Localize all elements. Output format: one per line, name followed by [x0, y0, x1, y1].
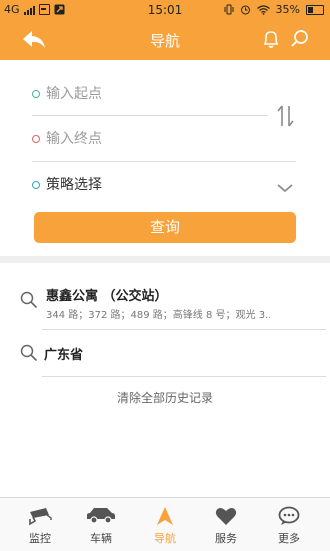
strategy-dropdown-toggle[interactable] — [276, 179, 294, 193]
swap-arrows-icon — [277, 105, 294, 127]
divider — [32, 161, 296, 162]
battery-percent: 35% — [275, 3, 300, 16]
divider — [32, 115, 268, 116]
search-icon — [20, 291, 38, 309]
end-input[interactable]: 输入终点 — [32, 124, 267, 154]
tab-navigation[interactable]: 导航 — [132, 498, 198, 551]
history-title: 广东省 — [44, 348, 84, 363]
end-dot-icon — [32, 135, 40, 143]
history-item[interactable]: 广东省 — [0, 330, 330, 376]
status-right: 35% — [224, 3, 324, 16]
history-subtitle: 344 路；372 路；489 路；高锋线 8 号；观光 3... — [46, 310, 270, 321]
heart-icon — [215, 508, 237, 525]
tab-service[interactable]: 服务 — [193, 498, 259, 551]
alarm-icon — [240, 5, 250, 15]
tab-label: 车辆 — [90, 532, 112, 545]
history-item[interactable]: 惠鑫公寓 （公交站） 344 路；372 路；489 路；高锋线 8 号；观光 … — [0, 263, 330, 329]
bottom-tab-bar: 监控 车辆 导航 服务 更多 — [0, 497, 330, 551]
end-placeholder: 输入终点 — [46, 131, 102, 147]
chat-more-icon — [278, 506, 300, 525]
start-placeholder: 输入起点 — [46, 86, 102, 102]
strategy-select[interactable]: 策略选择 — [32, 170, 294, 200]
history-title: 惠鑫公寓 （公交站） — [46, 289, 168, 304]
page-title: 导航 — [149, 32, 180, 50]
tab-vehicle[interactable]: 车辆 — [68, 498, 134, 551]
query-button[interactable]: 查询 — [34, 212, 296, 243]
tab-label: 更多 — [278, 532, 300, 545]
battery-icon — [306, 4, 324, 15]
search-button[interactable] — [290, 29, 310, 49]
route-form: 输入起点 输入终点 策略选择 查询 — [0, 60, 330, 256]
camera-icon — [29, 508, 52, 526]
start-input[interactable]: 输入起点 — [32, 79, 267, 109]
start-dot-icon — [32, 90, 40, 98]
divider — [42, 376, 326, 377]
chevron-down-icon — [277, 184, 293, 193]
navigation-icon — [157, 507, 173, 525]
search-icon — [20, 344, 38, 362]
bell-icon — [263, 31, 279, 48]
wifi-icon — [256, 4, 270, 15]
car-icon — [87, 508, 115, 524]
tab-more[interactable]: 更多 — [256, 498, 322, 551]
swap-button[interactable] — [274, 102, 298, 130]
top-bar: 导航 — [0, 20, 330, 60]
clear-history-button[interactable]: 清除全部历史记录 — [0, 389, 330, 406]
strategy-label: 策略选择 — [46, 177, 102, 193]
section-separator — [0, 256, 330, 263]
tab-monitor[interactable]: 监控 — [7, 498, 73, 551]
status-bar: 4G 15:01 35% — [0, 0, 330, 20]
vibrate-icon — [224, 4, 234, 15]
tab-label: 导航 — [154, 532, 176, 545]
notification-button[interactable] — [262, 29, 280, 49]
search-icon — [291, 30, 308, 47]
strategy-dot-icon — [32, 181, 40, 189]
tab-label: 监控 — [29, 532, 51, 545]
tab-label: 服务 — [215, 532, 237, 545]
